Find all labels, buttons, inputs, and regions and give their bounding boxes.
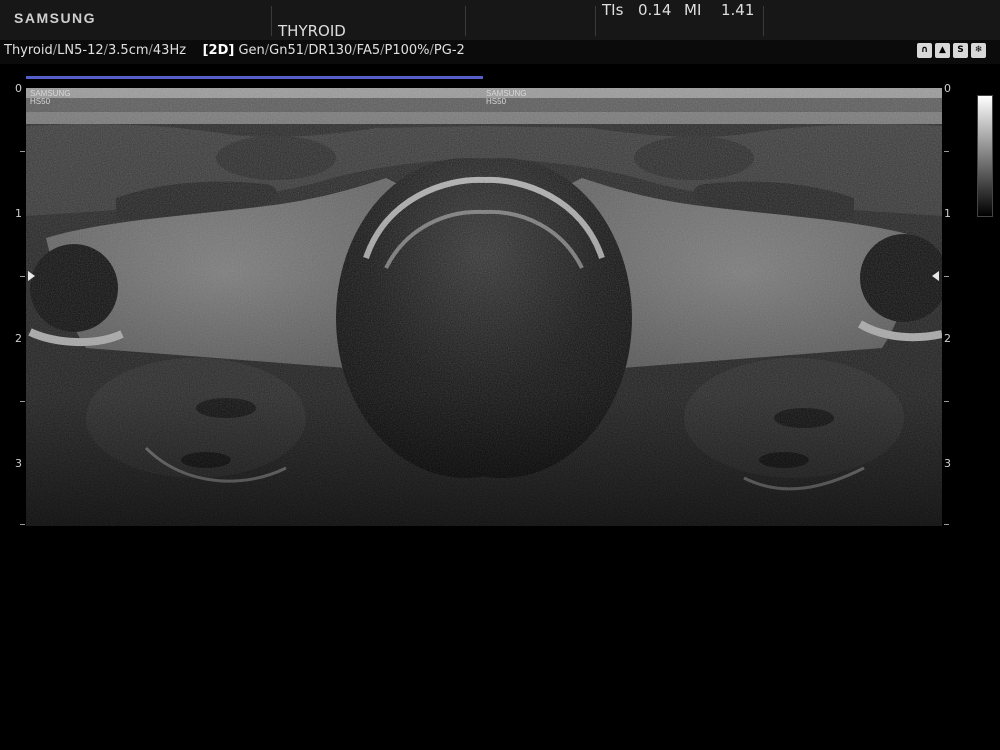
left-ultrasound-image <box>26 88 484 526</box>
mi-label: MI <box>684 1 702 19</box>
right-scan-pane[interactable]: SAMSUNG HS50 <box>484 88 942 526</box>
mi-value: 1.41 <box>721 1 755 19</box>
pane-model-text: HS50 <box>486 97 507 106</box>
depth-label-right: 1 <box>944 207 951 220</box>
ultrasound-image-area[interactable]: SAMSUNG HS50 SAMSUNG HS50 <box>26 88 942 526</box>
param-frame-rate: 43Hz <box>152 43 187 58</box>
param-dynamic-range: DR130 <box>308 43 353 58</box>
parameter-row: Thyroid/LN5-12/3.5cm/43Hz [2D] Gen/Gn51/… <box>0 40 1000 64</box>
depth-tick <box>944 276 949 277</box>
body-mark-icon[interactable]: ▲ <box>935 43 950 58</box>
param-app: Thyroid <box>4 43 53 58</box>
depth-label-right: 2 <box>944 332 951 345</box>
harmonic-icon[interactable]: S <box>953 43 968 58</box>
header-separator <box>763 6 764 36</box>
depth-tick <box>20 524 25 525</box>
depth-tick <box>20 401 25 402</box>
freeze-icon[interactable]: ❄ <box>971 43 986 58</box>
brand-logo: SAMSUNG <box>14 10 97 26</box>
depth-tick <box>20 151 25 152</box>
param-probe: LN5-12 <box>57 43 104 58</box>
param-gain: Gn51 <box>269 43 305 58</box>
depth-tick <box>944 524 949 525</box>
pane-model-text: HS50 <box>30 97 51 106</box>
depth-label-left: 0 <box>15 82 22 95</box>
right-pane-label: SAMSUNG HS50 <box>486 90 526 106</box>
param-mode: [2D] <box>202 43 235 58</box>
active-pane-indicator <box>26 76 483 79</box>
header-separator <box>271 6 272 36</box>
left-scan-pane[interactable]: SAMSUNG HS50 <box>26 88 484 526</box>
param-frame-avg: FA5 <box>356 43 381 58</box>
depth-label-right: 3 <box>944 457 951 470</box>
header-separator <box>595 6 596 36</box>
depth-tick <box>944 151 949 152</box>
param-freq: Gen <box>238 43 265 58</box>
tis-label: TIs <box>602 1 624 19</box>
right-ultrasound-image <box>484 88 942 526</box>
imaging-parameters: Thyroid/LN5-12/3.5cm/43Hz [2D] Gen/Gn51/… <box>4 43 465 58</box>
header-separator <box>465 6 466 36</box>
depth-label-left: 2 <box>15 332 22 345</box>
top-bar: SAMSUNG THYROID TIs 0.14 MI 1.41 <box>0 0 1000 40</box>
depth-label-left: 1 <box>15 207 22 220</box>
depth-tick <box>20 276 25 277</box>
focus-marker-right-icon[interactable] <box>932 271 939 281</box>
depth-label-right: 0 <box>944 82 951 95</box>
param-depth: 3.5cm <box>108 43 149 58</box>
left-pane-label: SAMSUNG HS50 <box>30 90 70 106</box>
param-pg: PG-2 <box>433 43 465 58</box>
depth-label-left: 3 <box>15 457 22 470</box>
grayscale-bar <box>977 95 993 217</box>
param-power: P100% <box>384 43 430 58</box>
probe-icon[interactable]: ∩ <box>917 43 932 58</box>
focus-marker-left-icon[interactable] <box>28 271 35 281</box>
preset-label[interactable]: THYROID <box>278 22 346 40</box>
status-icons: ∩ ▲ S ❄ <box>917 43 986 58</box>
tis-value: 0.14 <box>638 1 672 19</box>
depth-tick <box>944 401 949 402</box>
